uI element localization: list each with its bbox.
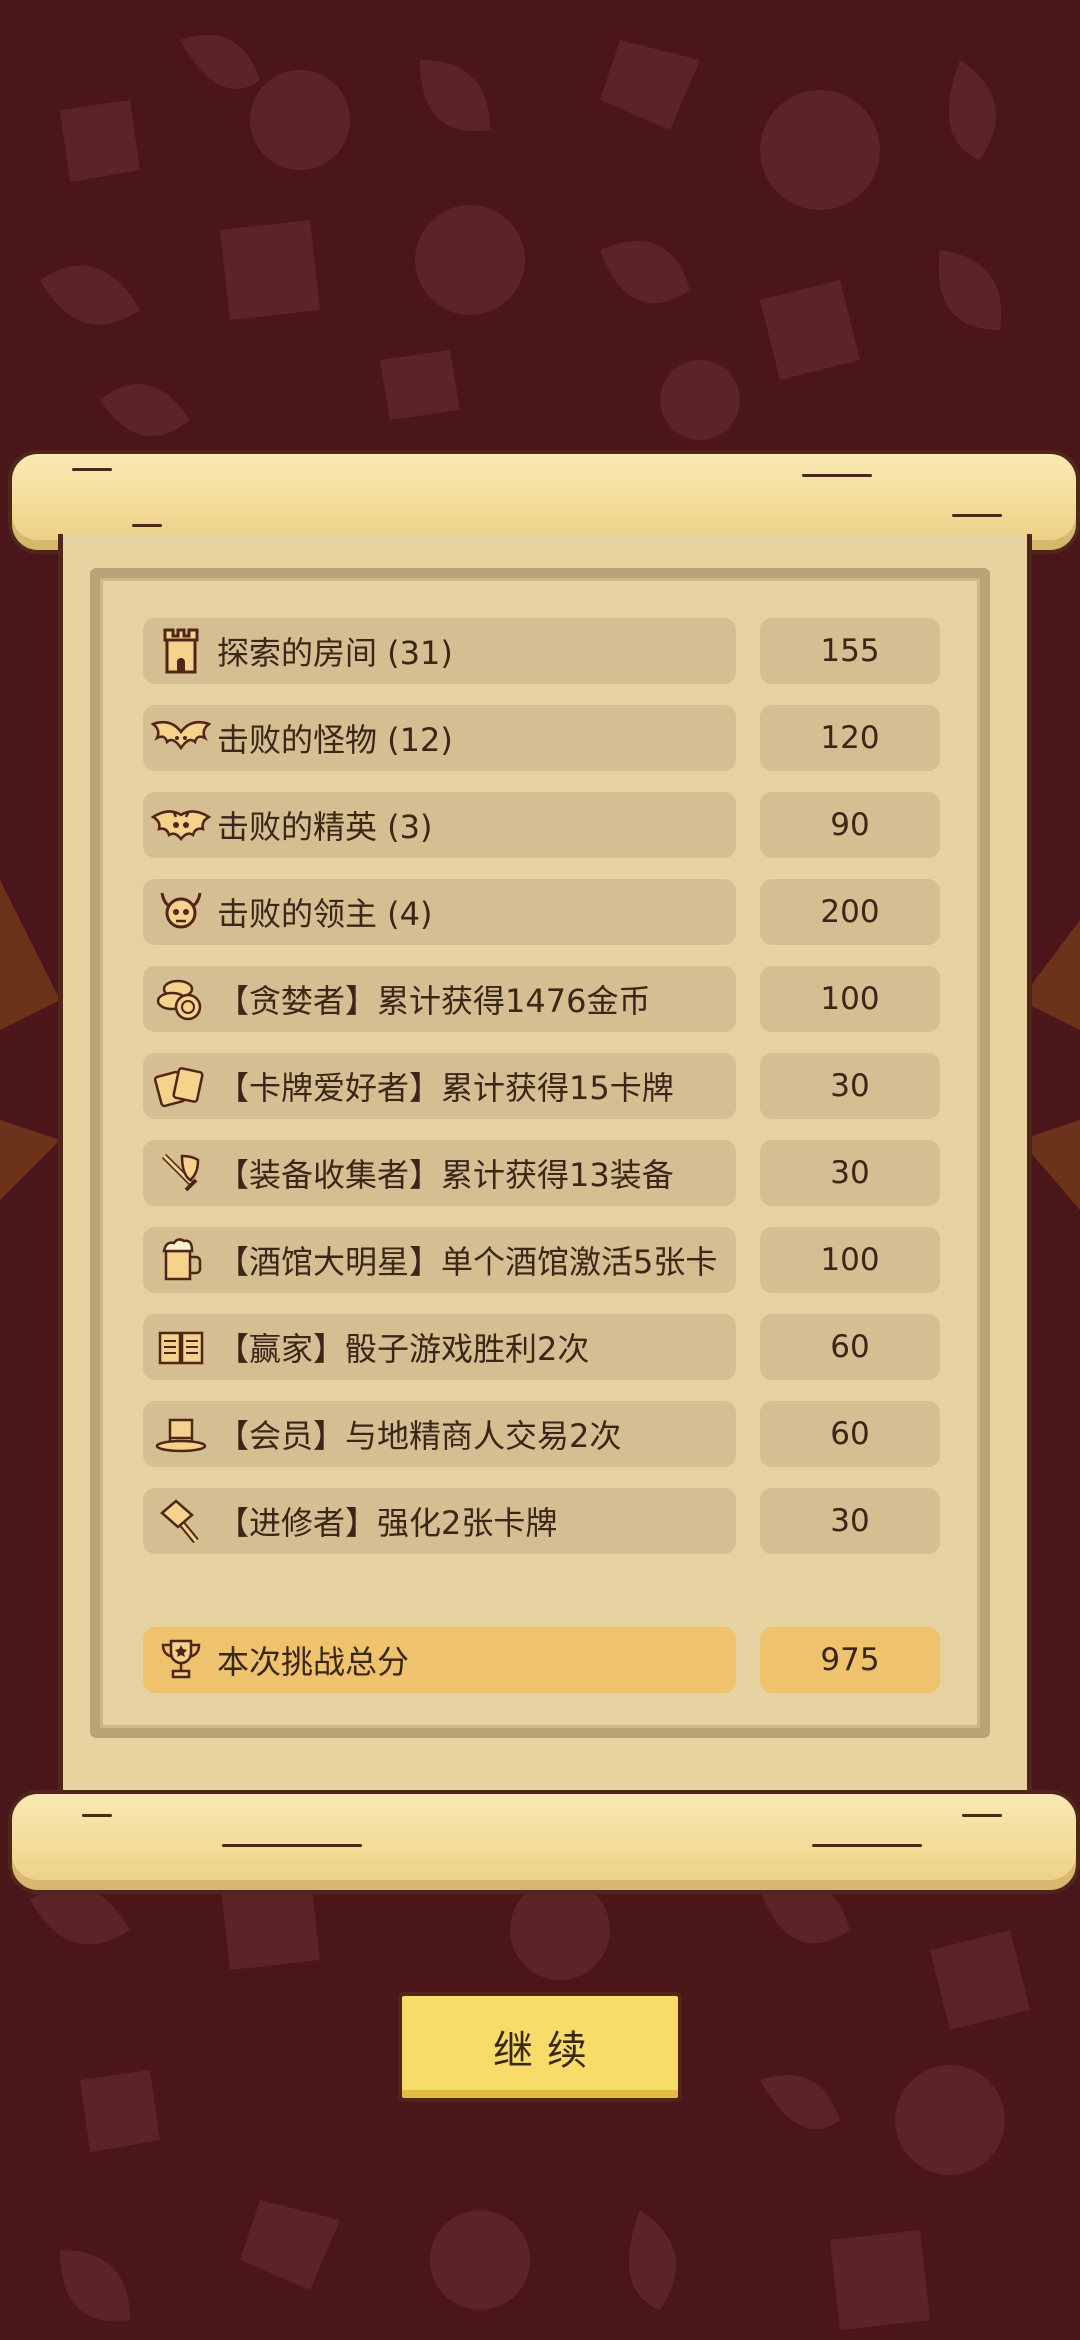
- result-score: 100: [760, 1227, 940, 1293]
- result-label: 【酒馆大明星】单个酒馆激活5张卡: [217, 1243, 718, 1281]
- result-row-winner: 【赢家】骰子游戏胜利2次 60: [143, 1314, 943, 1380]
- result-label: 【会员】与地精商人交易2次: [217, 1417, 622, 1455]
- beer-mug-icon: [149, 1232, 213, 1288]
- result-label: 【进修者】强化2张卡牌: [217, 1504, 558, 1542]
- result-row-monsters: 击败的怪物 (12) 120: [143, 705, 943, 771]
- total-label: 本次挑战总分: [217, 1643, 410, 1681]
- result-row-equipment: 【装备收集者】累计获得13装备 30: [143, 1140, 943, 1206]
- result-label-box: 【赢家】骰子游戏胜利2次: [143, 1314, 736, 1380]
- result-score: 120: [760, 705, 940, 771]
- result-label-box: 【进修者】强化2张卡牌: [143, 1488, 736, 1554]
- result-row-bosses: 击败的领主 (4) 200: [143, 879, 943, 945]
- bat-icon: [149, 710, 213, 766]
- result-label-box: 探索的房间 (31): [143, 618, 736, 684]
- result-label: 【赢家】骰子游戏胜利2次: [217, 1330, 590, 1368]
- result-row-tavern-star: 【酒馆大明星】单个酒馆激活5张卡 100: [143, 1227, 943, 1293]
- result-score: 30: [760, 1053, 940, 1119]
- result-row-rooms: 探索的房间 (31) 155: [143, 618, 943, 684]
- result-row-card-lover: 【卡牌爱好者】累计获得15卡牌 30: [143, 1053, 943, 1119]
- demon-bat-icon: [149, 797, 213, 853]
- coins-icon: [149, 971, 213, 1027]
- result-label-box: 击败的精英 (3): [143, 792, 736, 858]
- result-label-box: 击败的怪物 (12): [143, 705, 736, 771]
- result-label: 击败的精英 (3): [217, 808, 433, 846]
- result-label: 【装备收集者】累计获得13装备: [217, 1156, 674, 1194]
- result-label: 击败的领主 (4): [217, 895, 433, 933]
- continue-button-label: 继续: [493, 2028, 601, 2074]
- result-row-elites: 击败的精英 (3) 90: [143, 792, 943, 858]
- top-hat-icon: [149, 1406, 213, 1462]
- result-label-box: 【卡牌爱好者】累计获得15卡牌: [143, 1053, 736, 1119]
- open-book-icon: [149, 1319, 213, 1375]
- trophy-icon: [149, 1632, 213, 1688]
- result-label: 探索的房间 (31): [217, 634, 453, 672]
- horned-skull-icon: [149, 884, 213, 940]
- result-label-box: 【会员】与地精商人交易2次: [143, 1401, 736, 1467]
- result-score: 60: [760, 1401, 940, 1467]
- result-score: 100: [760, 966, 940, 1032]
- sword-shield-icon: [149, 1145, 213, 1201]
- tower-icon: [149, 623, 213, 679]
- total-score-row: 本次挑战总分 975: [143, 1627, 943, 1693]
- result-row-trainee: 【进修者】强化2张卡牌 30: [143, 1488, 943, 1554]
- result-label: 【卡牌爱好者】累计获得15卡牌: [217, 1069, 674, 1107]
- result-score: 60: [760, 1314, 940, 1380]
- result-row-member: 【会员】与地精商人交易2次 60: [143, 1401, 943, 1467]
- result-label-box: 【酒馆大明星】单个酒馆激活5张卡: [143, 1227, 736, 1293]
- result-score: 30: [760, 1140, 940, 1206]
- result-row-greedy: 【贪婪者】累计获得1476金币 100: [143, 966, 943, 1032]
- result-score: 200: [760, 879, 940, 945]
- result-score: 30: [760, 1488, 940, 1554]
- hammer-icon: [149, 1493, 213, 1549]
- total-label-box: 本次挑战总分: [143, 1627, 736, 1693]
- result-label: 击败的怪物 (12): [217, 721, 453, 759]
- result-label-box: 【贪婪者】累计获得1476金币: [143, 966, 736, 1032]
- result-score: 155: [760, 618, 940, 684]
- result-label: 【贪婪者】累计获得1476金币: [217, 982, 651, 1020]
- cards-icon: [149, 1058, 213, 1114]
- scroll-bottom-roll: [8, 1790, 1080, 1894]
- result-label-box: 击败的领主 (4): [143, 879, 736, 945]
- result-label-box: 【装备收集者】累计获得13装备: [143, 1140, 736, 1206]
- continue-button[interactable]: 继续: [398, 1992, 682, 2102]
- result-score: 90: [760, 792, 940, 858]
- total-score-value: 975: [760, 1627, 940, 1693]
